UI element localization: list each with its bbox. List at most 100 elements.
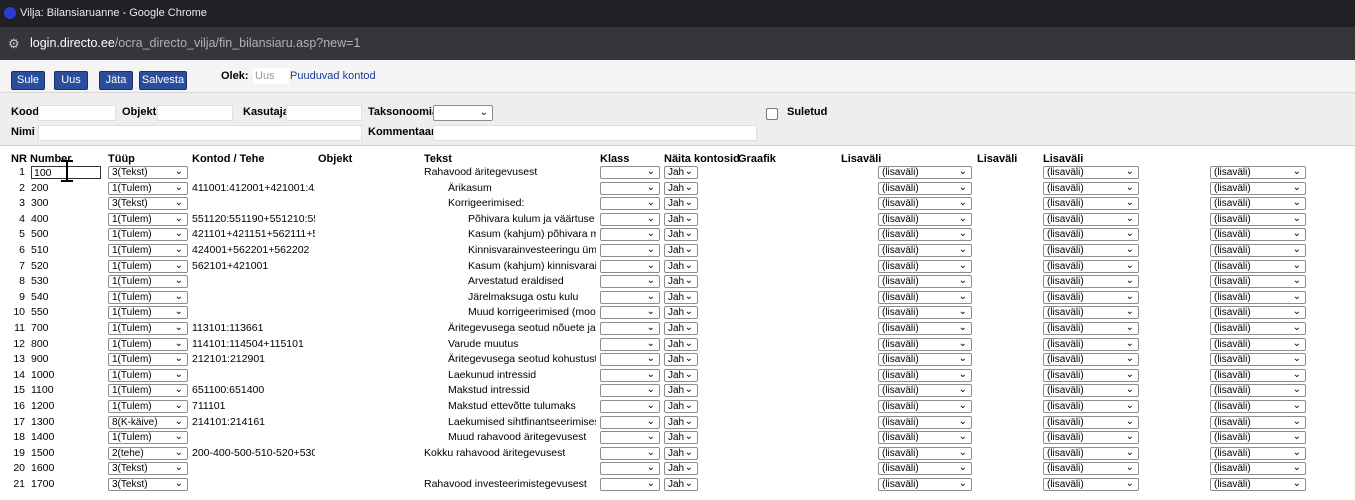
row-klass-select[interactable]: ⌄ bbox=[600, 166, 660, 179]
row-tyyp-select[interactable]: 1(Tulem) ⌄ bbox=[108, 399, 188, 413]
row-tyyp-select[interactable]: 1(Tulem) ⌄ bbox=[108, 259, 188, 273]
row-number-input[interactable]: 520 bbox=[31, 260, 101, 273]
row-number-input[interactable]: 1300 bbox=[31, 416, 101, 429]
row-number-input[interactable]: 1100 bbox=[31, 384, 101, 397]
row-klass-select[interactable]: ⌄ bbox=[600, 181, 660, 195]
row-naita-select[interactable]: Jah ⌄ bbox=[664, 384, 698, 398]
row-naita-select[interactable]: Jah ⌄ bbox=[664, 275, 698, 289]
site-info-icon[interactable]: ⚙ bbox=[8, 36, 20, 52]
row-klass-select[interactable]: ⌄ bbox=[600, 431, 660, 445]
row-kontod-input[interactable] bbox=[192, 275, 315, 288]
row-lisavali-1-select[interactable]: (lisaväli) ⌄ bbox=[878, 368, 972, 382]
row-lisavali-3-select[interactable]: (lisaväli) ⌄ bbox=[1210, 306, 1306, 320]
row-tyyp-select[interactable]: 3(Tekst) ⌄ bbox=[108, 166, 188, 179]
row-kontod-input[interactable] bbox=[192, 197, 315, 210]
row-tyyp-select[interactable]: 1(Tulem) ⌄ bbox=[108, 306, 188, 320]
row-number-input[interactable]: 1000 bbox=[31, 369, 101, 382]
row-lisavali-2-select[interactable]: (lisaväli) ⌄ bbox=[1043, 275, 1139, 289]
row-klass-select[interactable]: ⌄ bbox=[600, 477, 660, 491]
row-lisavali-1-select[interactable]: (lisaväli) ⌄ bbox=[878, 399, 972, 413]
row-lisavali-1-select[interactable]: (lisaväli) ⌄ bbox=[878, 243, 972, 257]
row-kontod-input[interactable]: 711101 bbox=[192, 400, 315, 413]
row-lisavali-2-select[interactable]: (lisaväli) ⌄ bbox=[1043, 477, 1139, 491]
row-klass-select[interactable]: ⌄ bbox=[600, 197, 660, 211]
address-bar[interactable]: ⚙ login.directo.ee/ocra_directo_vilja/fi… bbox=[0, 27, 1355, 60]
row-lisavali-1-select[interactable]: (lisaväli) ⌄ bbox=[878, 228, 972, 242]
row-lisavali-3-select[interactable]: (lisaväli) ⌄ bbox=[1210, 290, 1306, 304]
row-naita-select[interactable]: Jah ⌄ bbox=[664, 477, 698, 491]
row-lisavali-1-select[interactable]: (lisaväli) ⌄ bbox=[878, 306, 972, 320]
row-kontod-input[interactable] bbox=[192, 462, 315, 475]
row-number-input[interactable]: 1600 bbox=[31, 462, 101, 475]
row-lisavali-1-select[interactable]: (lisaväli) ⌄ bbox=[878, 337, 972, 351]
row-naita-select[interactable]: Jah ⌄ bbox=[664, 399, 698, 413]
row-lisavali-1-select[interactable]: (lisaväli) ⌄ bbox=[878, 477, 972, 491]
row-number-input[interactable]: 530 bbox=[31, 275, 101, 288]
row-lisavali-2-select[interactable]: (lisaväli) ⌄ bbox=[1043, 399, 1139, 413]
row-lisavali-3-select[interactable]: (lisaväli) ⌄ bbox=[1210, 353, 1306, 367]
row-tekst-input[interactable]: Muud korrigeerimised (mooc bbox=[424, 306, 596, 319]
row-klass-select[interactable]: ⌄ bbox=[600, 243, 660, 257]
row-number-input[interactable]: 550 bbox=[31, 306, 101, 319]
row-tekst-input[interactable]: Varude muutus bbox=[424, 338, 596, 351]
row-lisavali-3-select[interactable]: (lisaväli) ⌄ bbox=[1210, 321, 1306, 335]
row-lisavali-2-select[interactable]: (lisaväli) ⌄ bbox=[1043, 321, 1139, 335]
salvesta-button[interactable]: Salvesta bbox=[139, 71, 187, 90]
row-lisavali-2-select[interactable]: (lisaväli) ⌄ bbox=[1043, 197, 1139, 211]
row-lisavali-1-select[interactable]: (lisaväli) ⌄ bbox=[878, 181, 972, 195]
row-tyyp-select[interactable]: 2(tehe) ⌄ bbox=[108, 446, 188, 460]
row-kontod-input[interactable] bbox=[192, 431, 315, 444]
row-tekst-input[interactable]: Muud rahavood äritegevusest bbox=[424, 431, 596, 444]
row-kontod-input[interactable] bbox=[192, 478, 315, 491]
row-lisavali-3-select[interactable]: (lisaväli) ⌄ bbox=[1210, 243, 1306, 257]
row-lisavali-1-select[interactable]: (lisaväli) ⌄ bbox=[878, 290, 972, 304]
row-tyyp-select[interactable]: 1(Tulem) ⌄ bbox=[108, 212, 188, 226]
row-klass-select[interactable]: ⌄ bbox=[600, 306, 660, 320]
row-naita-select[interactable]: Jah ⌄ bbox=[664, 321, 698, 335]
puuduvad-kontod-link[interactable]: Puuduvad kontod bbox=[290, 70, 376, 82]
row-lisavali-2-select[interactable]: (lisaväli) ⌄ bbox=[1043, 431, 1139, 445]
row-naita-select[interactable]: Jah ⌄ bbox=[664, 368, 698, 382]
row-lisavali-2-select[interactable]: (lisaväli) ⌄ bbox=[1043, 228, 1139, 242]
row-kontod-input[interactable]: 421101+421151+562111+5€ bbox=[192, 228, 315, 241]
row-tekst-input[interactable]: Kasum (kahjum) kinnisvarai bbox=[424, 260, 596, 273]
row-klass-select[interactable]: ⌄ bbox=[600, 337, 660, 351]
row-lisavali-1-select[interactable]: (lisaväli) ⌄ bbox=[878, 166, 972, 179]
row-tyyp-select[interactable]: 1(Tulem) ⌄ bbox=[108, 431, 188, 445]
row-lisavali-3-select[interactable]: (lisaväli) ⌄ bbox=[1210, 212, 1306, 226]
row-lisavali-3-select[interactable]: (lisaväli) ⌄ bbox=[1210, 259, 1306, 273]
row-tekst-input[interactable]: Äritegevusega seotud nõuete ja e bbox=[424, 322, 596, 335]
row-lisavali-1-select[interactable]: (lisaväli) ⌄ bbox=[878, 431, 972, 445]
row-kontod-input[interactable]: 651100:651400 bbox=[192, 384, 315, 397]
row-tekst-input[interactable]: Kinnisvarainvesteeringu ümt bbox=[424, 244, 596, 257]
row-naita-select[interactable]: Jah ⌄ bbox=[664, 243, 698, 257]
row-lisavali-3-select[interactable]: (lisaväli) ⌄ bbox=[1210, 197, 1306, 211]
uus-button[interactable]: Uus bbox=[54, 71, 88, 90]
row-tyyp-select[interactable]: 1(Tulem) ⌄ bbox=[108, 243, 188, 257]
row-klass-select[interactable]: ⌄ bbox=[600, 290, 660, 304]
row-naita-select[interactable]: Jah ⌄ bbox=[664, 181, 698, 195]
row-lisavali-1-select[interactable]: (lisaväli) ⌄ bbox=[878, 384, 972, 398]
row-lisavali-2-select[interactable]: (lisaväli) ⌄ bbox=[1043, 166, 1139, 179]
row-lisavali-3-select[interactable]: (lisaväli) ⌄ bbox=[1210, 384, 1306, 398]
row-lisavali-3-select[interactable]: (lisaväli) ⌄ bbox=[1210, 399, 1306, 413]
row-kontod-input[interactable] bbox=[192, 369, 315, 382]
row-lisavali-1-select[interactable]: (lisaväli) ⌄ bbox=[878, 275, 972, 289]
row-number-input[interactable]: 200 bbox=[31, 182, 101, 195]
row-tekst-input[interactable]: Ärikasum bbox=[424, 182, 596, 195]
row-lisavali-2-select[interactable]: (lisaväli) ⌄ bbox=[1043, 306, 1139, 320]
row-tyyp-select[interactable]: 3(Tekst) ⌄ bbox=[108, 197, 188, 211]
row-tyyp-select[interactable]: 3(Tekst) ⌄ bbox=[108, 462, 188, 476]
row-lisavali-3-select[interactable]: (lisaväli) ⌄ bbox=[1210, 368, 1306, 382]
row-kontod-input[interactable]: 200-400-500-510-520+530+ bbox=[192, 447, 315, 460]
row-lisavali-2-select[interactable]: (lisaväli) ⌄ bbox=[1043, 384, 1139, 398]
row-tekst-input[interactable]: Põhivara kulum ja väärtuse l bbox=[424, 213, 596, 226]
row-lisavali-2-select[interactable]: (lisaväli) ⌄ bbox=[1043, 446, 1139, 460]
row-kontod-input[interactable]: 212101:212901 bbox=[192, 353, 315, 366]
row-lisavali-3-select[interactable]: (lisaväli) ⌄ bbox=[1210, 166, 1306, 179]
row-tyyp-select[interactable]: 1(Tulem) ⌄ bbox=[108, 337, 188, 351]
row-tyyp-select[interactable]: 1(Tulem) ⌄ bbox=[108, 321, 188, 335]
row-number-input[interactable]: 1400 bbox=[31, 431, 101, 444]
row-tekst-input[interactable]: Korrigeerimised: bbox=[424, 197, 596, 210]
row-number-input[interactable]: 800 bbox=[31, 338, 101, 351]
